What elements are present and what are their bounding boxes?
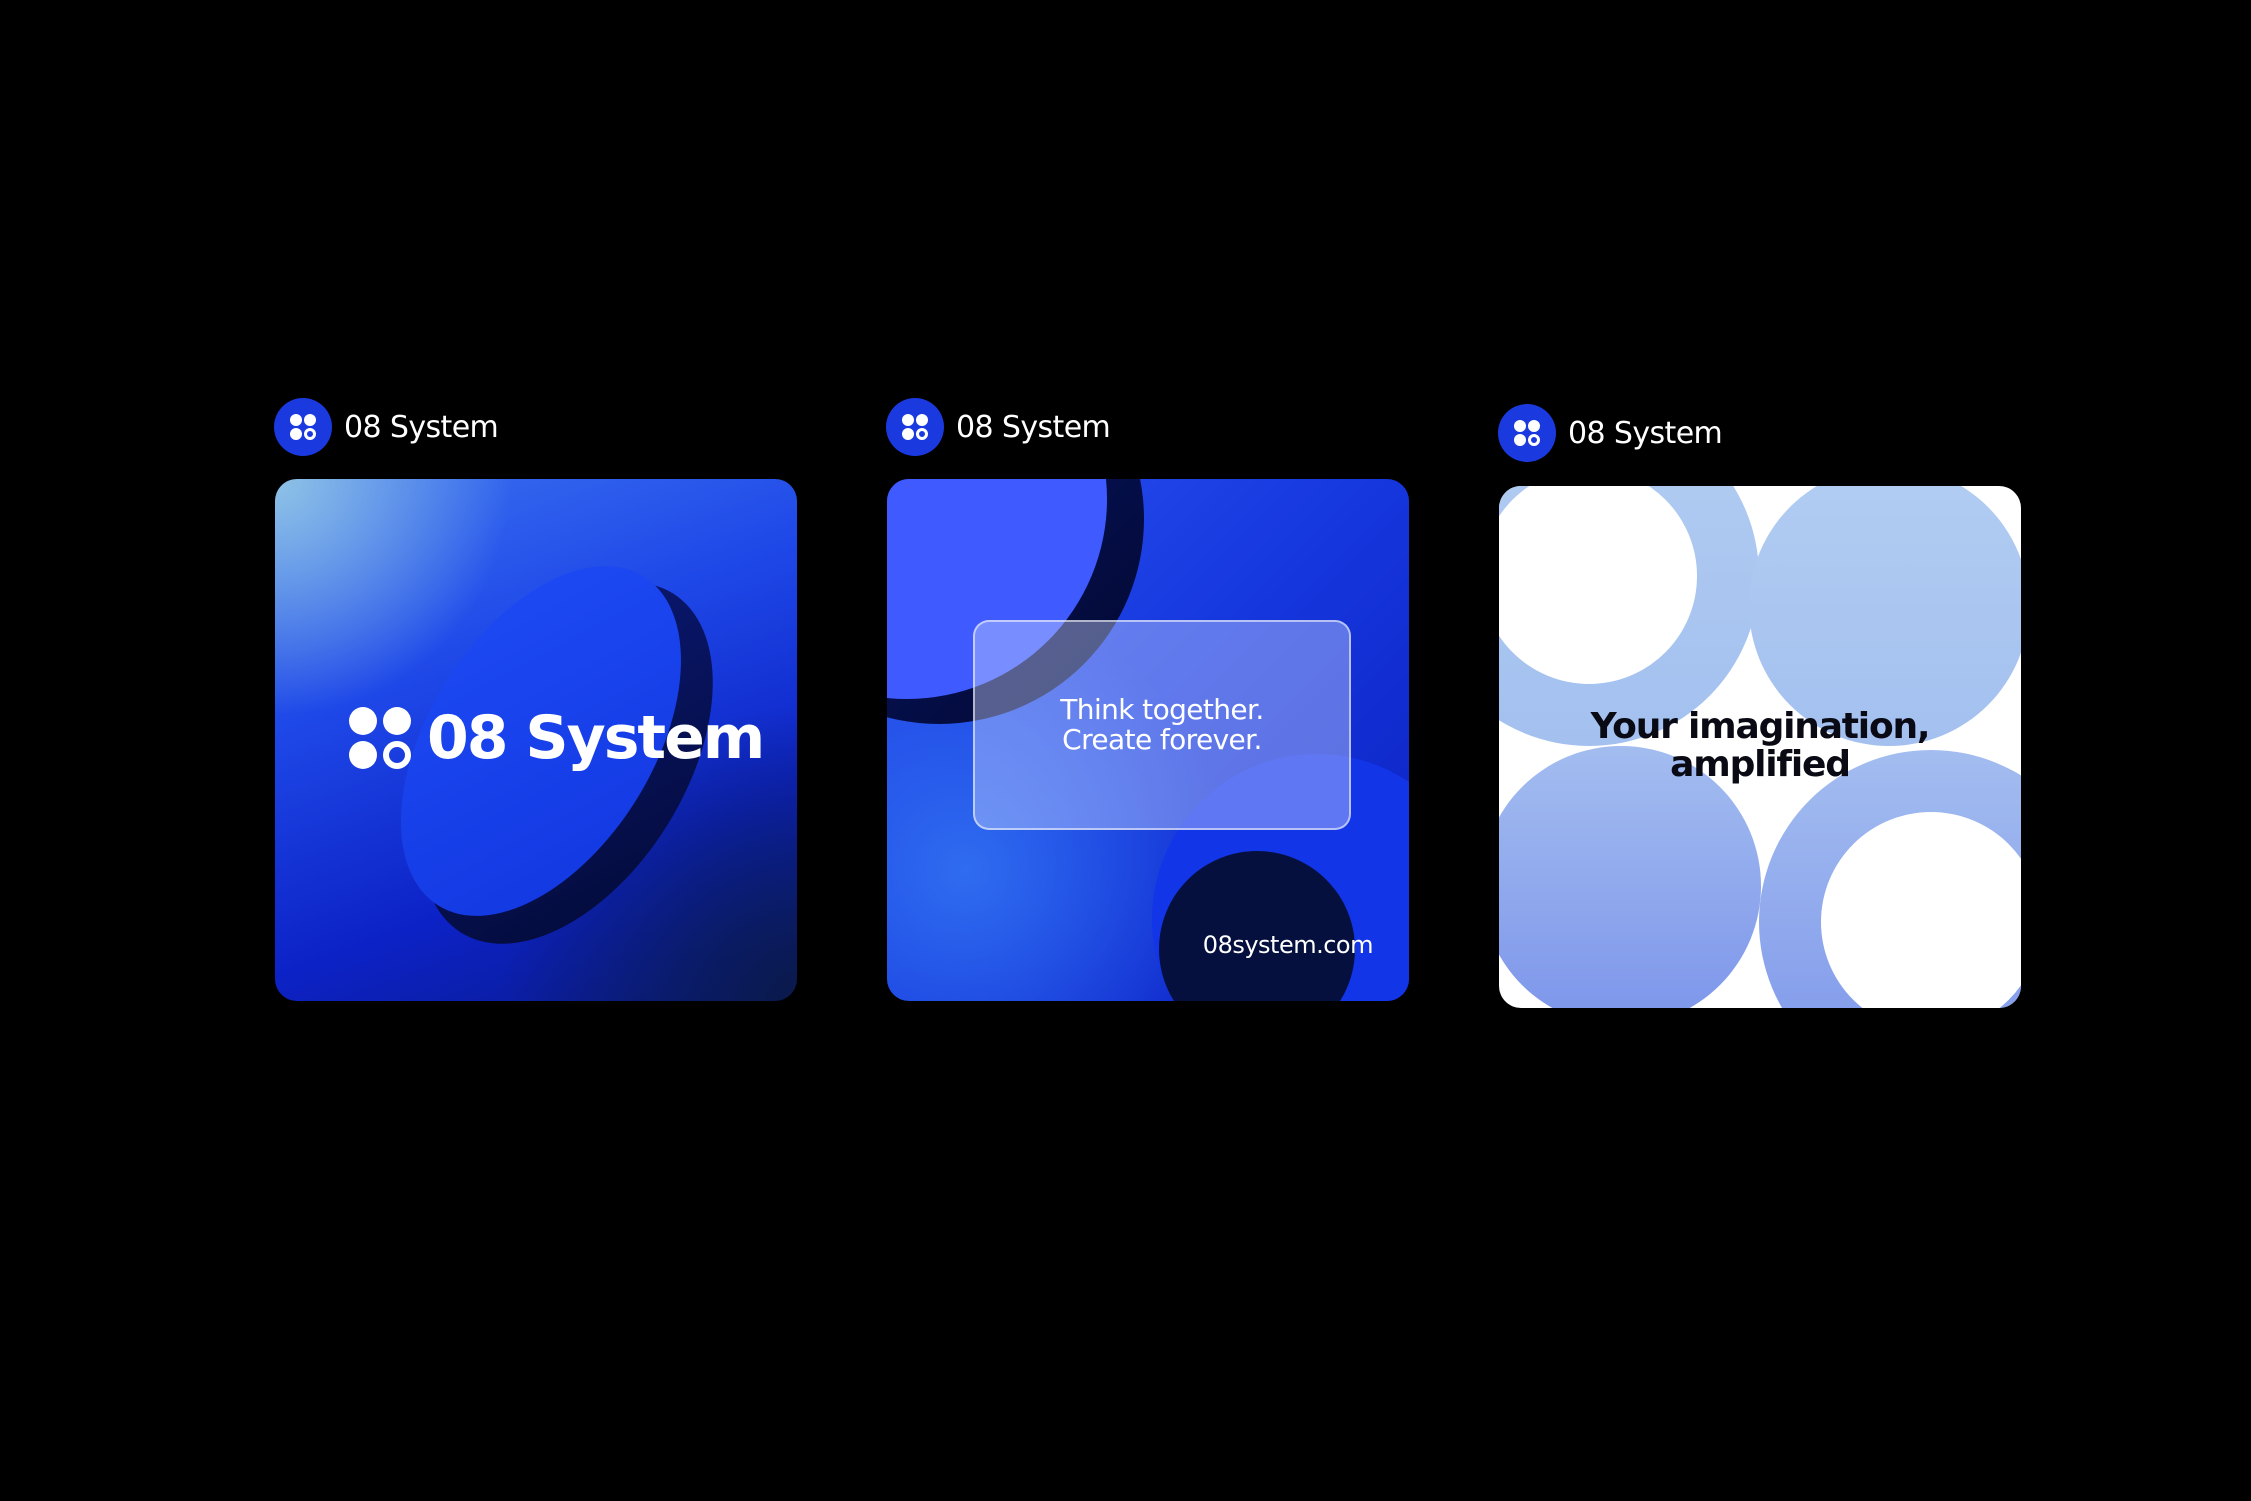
tagline-line-2: amplified [1670,744,1851,785]
headline-line-2: Create forever. [1062,723,1262,756]
tagline-line-1: Your imagination, [1590,706,1931,747]
post-image-card[interactable]: 08 System [275,479,797,1001]
four-circles-logo-icon [349,707,411,769]
website-url: 08system.com [1202,931,1374,959]
profile-avatar[interactable] [886,398,944,456]
four-circles-logo-icon [902,414,928,440]
account-name[interactable]: 08 System [956,410,1111,445]
account-name[interactable]: 08 System [1568,416,1723,451]
brand-wordmark: 08 System [427,703,765,773]
post-header: 08 System [886,398,1111,456]
post-image-card[interactable]: Your imagination, amplified [1499,486,2021,1008]
profile-avatar[interactable] [274,398,332,456]
four-circles-logo-icon [1514,420,1540,446]
brand-lockup: 08 System [347,703,765,773]
profile-avatar[interactable] [1498,404,1556,462]
post-header: 08 System [1498,404,1723,462]
post-image-card[interactable]: Think together. Create forever. 08system… [887,479,1409,1001]
four-circles-logo-icon [290,414,316,440]
post-header: 08 System [274,398,499,456]
glass-text-panel: Think together. Create forever. [973,620,1351,830]
tagline: Your imagination, amplified [1499,708,2021,784]
account-name[interactable]: 08 System [344,410,499,445]
headline-line-1: Think together. [1060,693,1264,726]
